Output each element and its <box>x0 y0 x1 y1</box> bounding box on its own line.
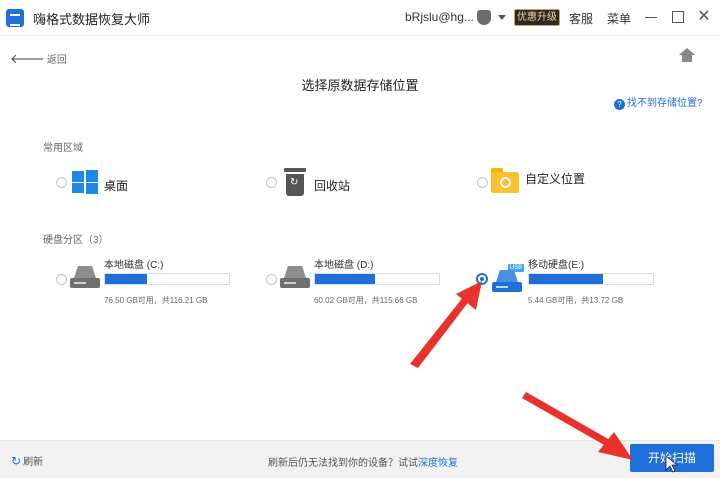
radio-drive-c[interactable] <box>56 274 67 285</box>
footer-hint: 刷新后仍无法找到你的设备？试试深度恢复 <box>268 454 458 469</box>
drive-c-name[interactable]: 本地磁盘 (C:) <box>104 256 163 271</box>
custom-location-label[interactable]: 自定义位置 <box>525 170 585 187</box>
title-bar: 嗨格式数据恢复大师 bRjslu@hg... 优惠升级 客服 菜单 ✕ <box>0 0 720 36</box>
refresh-icon: ↻ <box>11 454 22 468</box>
app-logo-icon <box>6 9 24 27</box>
upgrade-button[interactable]: 优惠升级 <box>514 9 560 26</box>
question-icon: ? <box>614 99 625 110</box>
help-link[interactable]: ? 找不到存储位置? <box>614 94 703 110</box>
back-button[interactable]: 🡐 返回 <box>10 51 67 67</box>
radio-recycle-bin[interactable] <box>266 177 277 188</box>
maximize-icon[interactable] <box>672 11 684 23</box>
hard-disk-icon <box>280 266 310 290</box>
drive-e-name[interactable]: 移动硬盘(E:) <box>528 256 584 271</box>
help-link-label: 找不到存储位置? <box>627 98 703 109</box>
drive-e-space: 5.44 GB可用，共13.72 GB <box>528 296 624 305</box>
customer-service-button[interactable]: 客服 <box>569 10 593 27</box>
home-icon[interactable] <box>679 48 695 62</box>
back-label: 返回 <box>46 55 67 66</box>
hard-disk-icon <box>70 266 100 290</box>
drive-d-usage-bar <box>314 273 440 285</box>
desktop-label[interactable]: 桌面 <box>104 177 128 194</box>
refresh-button[interactable]: ↻ 刷新 <box>11 453 43 468</box>
windows-icon <box>72 170 98 194</box>
close-icon[interactable]: ✕ <box>697 9 711 25</box>
arrow-left-icon: 🡐 <box>10 51 45 66</box>
footer-bar: ↻ 刷新 刷新后仍无法找到你的设备？试试深度恢复 <box>0 440 720 478</box>
recycle-bin-icon <box>284 168 306 196</box>
annotation-arrow-drive <box>410 281 482 368</box>
radio-desktop[interactable] <box>56 177 67 188</box>
minimize-icon[interactable] <box>645 17 657 18</box>
shield-icon[interactable] <box>477 10 491 25</box>
disk-section-label: 硬盘分区（3） <box>43 235 109 246</box>
common-section-label: 常用区域 <box>43 143 83 154</box>
app-title: 嗨格式数据恢复大师 <box>33 12 151 27</box>
account-name[interactable]: bRjslu@hg... <box>405 10 474 24</box>
deep-recovery-link[interactable]: 深度恢复 <box>418 458 458 469</box>
drive-d-space: 60.02 GB可用，共115.66 GB <box>314 296 418 305</box>
drive-c-usage-bar <box>104 273 230 285</box>
drive-e-usage-bar <box>528 273 654 285</box>
folder-search-icon <box>491 168 519 193</box>
recycle-bin-label[interactable]: 回收站 <box>314 177 350 194</box>
page-title: 选择原数据存储位置 <box>301 78 419 93</box>
chevron-down-icon[interactable] <box>498 15 506 20</box>
app-window: 嗨格式数据恢复大师 bRjslu@hg... 优惠升级 客服 菜单 ✕ 🡐 返回 … <box>0 0 720 478</box>
drive-d-name[interactable]: 本地磁盘 (D:) <box>314 256 373 271</box>
start-scan-button[interactable]: 开始扫描 <box>630 444 714 472</box>
refresh-label: 刷新 <box>23 457 44 468</box>
radio-custom-location[interactable] <box>477 177 488 188</box>
menu-button[interactable]: 菜单 <box>607 10 631 27</box>
radio-drive-e[interactable] <box>476 273 488 285</box>
radio-drive-d[interactable] <box>266 274 277 285</box>
drive-c-space: 76.50 GB可用，共116.21 GB <box>104 296 208 305</box>
usb-drive-icon <box>492 270 522 294</box>
footer-hint-text: 刷新后仍无法找到你的设备？试试 <box>268 458 418 469</box>
